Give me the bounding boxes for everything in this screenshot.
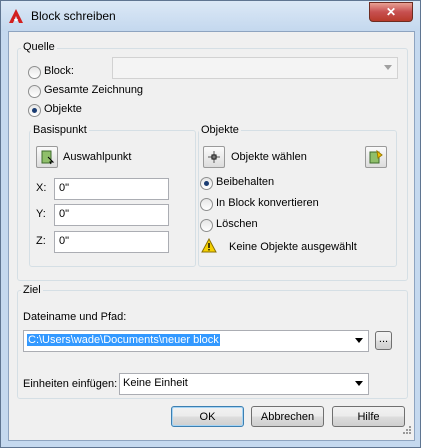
destination-group-label: Ziel [21, 284, 43, 296]
y-value: 0" [59, 208, 70, 220]
radio-convert-to-block[interactable] [200, 198, 213, 211]
radio-retain[interactable] [200, 177, 213, 190]
y-field[interactable]: 0" [54, 204, 169, 226]
select-objects-button[interactable] [203, 146, 225, 168]
autocad-logo-icon [8, 8, 24, 27]
radio-delete-label: Löschen [216, 218, 258, 230]
resize-grip-icon[interactable] [402, 425, 412, 438]
select-objects-label: Objekte wählen [231, 151, 307, 163]
source-group-label: Quelle [21, 41, 57, 53]
title-bar[interactable]: Block schreiben ✕ [1, 1, 420, 31]
window-title: Block schreiben [31, 9, 116, 23]
radio-entire-drawing-label: Gesamte Zeichnung [44, 84, 144, 96]
radio-objects[interactable] [28, 104, 41, 117]
browse-button[interactable]: ... [375, 331, 392, 350]
y-label: Y: [36, 208, 46, 220]
quick-select-icon [369, 149, 383, 164]
pick-point-label: Auswahlpunkt [63, 151, 132, 163]
chevron-down-icon [355, 381, 363, 386]
units-label: Einheiten einfügen: [23, 378, 118, 390]
no-objects-selected-text: Keine Objekte ausgewählt [229, 241, 357, 253]
x-field[interactable]: 0" [54, 178, 169, 200]
path-value: C:\Users\wade\Documents\neuer block [27, 334, 220, 346]
warning-icon [201, 237, 217, 256]
radio-convert-to-block-label: In Block konvertieren [216, 197, 319, 209]
pick-point-icon [41, 150, 55, 165]
path-combo[interactable]: C:\Users\wade\Documents\neuer block [23, 330, 369, 352]
x-value: 0" [59, 182, 70, 194]
radio-block[interactable] [28, 66, 41, 79]
basepoint-group-label: Basispunkt [31, 124, 89, 136]
close-button[interactable]: ✕ [369, 2, 413, 22]
cancel-button[interactable]: Abbrechen [251, 406, 324, 427]
radio-entire-drawing[interactable] [28, 85, 41, 98]
x-label: X: [36, 182, 47, 194]
objects-group-label: Objekte [199, 124, 241, 136]
z-value: 0" [59, 235, 70, 247]
units-value: Keine Einheit [123, 377, 188, 389]
z-label: Z: [36, 235, 46, 247]
dialog-client: Quelle Block: Gesamte Zeichnung Objekte … [8, 31, 415, 441]
radio-block-label: Block: [44, 65, 74, 77]
radio-delete[interactable] [200, 219, 213, 232]
chevron-down-icon [384, 65, 392, 70]
ok-button[interactable]: OK [171, 406, 244, 427]
quick-select-button[interactable] [365, 146, 387, 168]
help-button[interactable]: Hilfe [332, 406, 405, 427]
block-name-combo[interactable] [112, 57, 398, 79]
dialog-window: Block schreiben ✕ Quelle Block: Gesamte … [0, 0, 421, 448]
pick-point-button[interactable] [36, 146, 58, 168]
path-label: Dateiname und Pfad: [23, 311, 127, 323]
units-combo[interactable]: Keine Einheit [119, 373, 369, 395]
radio-retain-label: Beibehalten [216, 176, 275, 188]
select-objects-icon [208, 151, 220, 163]
z-field[interactable]: 0" [54, 231, 169, 253]
radio-objects-label: Objekte [44, 103, 82, 115]
chevron-down-icon [355, 338, 363, 343]
